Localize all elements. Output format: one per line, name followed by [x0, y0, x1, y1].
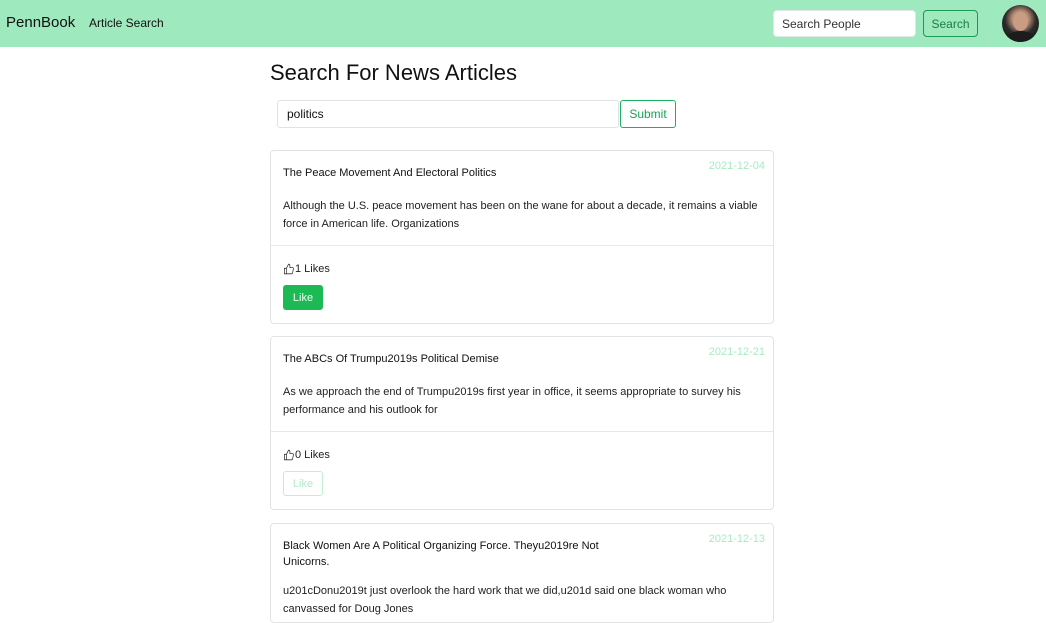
thumbs-up-icon: [283, 263, 294, 275]
article-search-input[interactable]: [277, 100, 619, 128]
article-date: 2021-12-21: [708, 346, 765, 358]
article-title[interactable]: Black Women Are A Political Organizing F…: [283, 538, 633, 570]
avatar-shirt: [1006, 31, 1035, 42]
article-summary: u201cDonu2019t just overlook the hard wo…: [283, 585, 727, 615]
nav-link-article-search[interactable]: Article Search: [89, 16, 164, 30]
article-card-footer: 1 Likes Like: [271, 245, 773, 323]
article-card-body: Black Women Are A Political Organizing F…: [271, 524, 773, 622]
search-button[interactable]: Search: [923, 10, 978, 37]
article-card: The Peace Movement And Electoral Politic…: [270, 150, 774, 324]
likes-row: 0 Likes: [283, 448, 761, 462]
avatar-face: [1013, 12, 1028, 31]
article-summary: As we approach the end of Trumpu2019s fi…: [283, 386, 741, 416]
thumbs-up-icon: [283, 449, 294, 461]
likes-count: 1 Likes: [295, 263, 330, 275]
likes-row: 1 Likes: [283, 262, 761, 276]
article-card-footer: 0 Likes Like: [271, 431, 773, 509]
article-card-body: The ABCs Of Trumpu2019s Political Demise…: [271, 337, 773, 431]
likes-count: 0 Likes: [295, 449, 330, 461]
article-title[interactable]: The Peace Movement And Electoral Politic…: [283, 165, 633, 181]
article-date: 2021-12-04: [708, 160, 765, 172]
article-title[interactable]: The ABCs Of Trumpu2019s Political Demise: [283, 351, 633, 367]
article-summary: Although the U.S. peace movement has bee…: [283, 200, 758, 230]
like-button[interactable]: Like: [283, 471, 323, 496]
brand-logo[interactable]: PennBook: [6, 14, 75, 31]
like-button[interactable]: Like: [283, 285, 323, 310]
article-card: Black Women Are A Political Organizing F…: [270, 523, 774, 623]
avatar[interactable]: [1002, 5, 1039, 42]
article-card: The ABCs Of Trumpu2019s Political Demise…: [270, 336, 774, 510]
submit-button[interactable]: Submit: [620, 100, 676, 128]
article-date: 2021-12-13: [708, 533, 765, 545]
page-title: Search For News Articles: [270, 60, 517, 85]
search-people-input[interactable]: [773, 10, 916, 37]
navbar: PennBook Article Search Search: [0, 0, 1046, 47]
article-card-body: The Peace Movement And Electoral Politic…: [271, 151, 773, 245]
